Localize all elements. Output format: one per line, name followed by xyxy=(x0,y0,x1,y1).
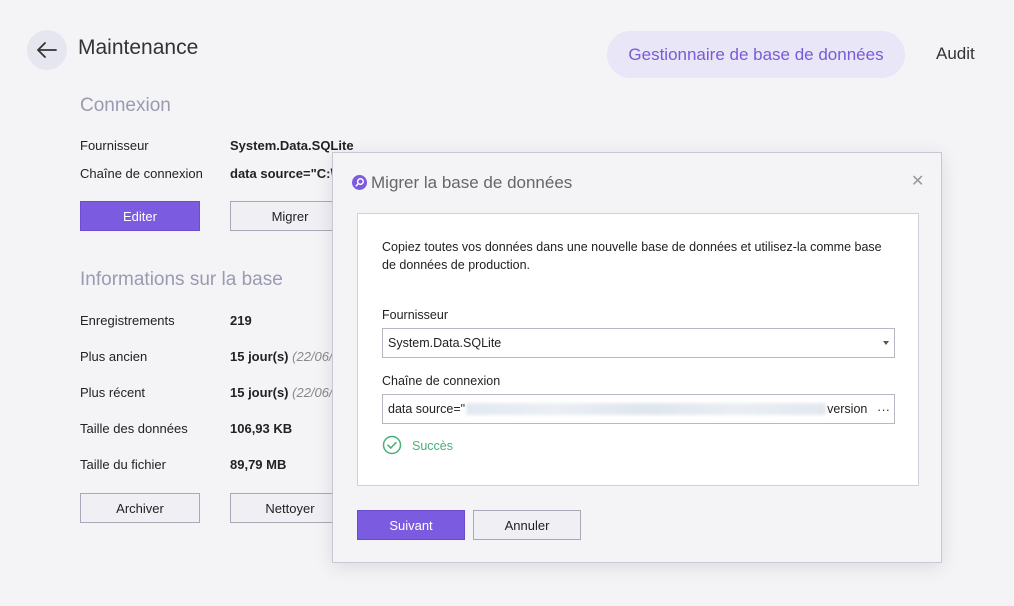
data-size-value: 106,93 KB xyxy=(230,421,293,436)
dialog-description: Copiez toutes vos données dans une nouve… xyxy=(382,240,882,272)
oldest-label: Plus ancien xyxy=(80,349,148,364)
provider-select[interactable]: System.Data.SQLite xyxy=(382,328,895,358)
conn-string-label: Chaîne de connexion xyxy=(80,166,203,181)
dialog-panel: Copiez toutes vos données dans une nouve… xyxy=(357,213,919,486)
redacted-path xyxy=(466,403,827,415)
tab-audit[interactable]: Audit xyxy=(936,44,975,64)
archive-button[interactable]: Archiver xyxy=(80,493,200,523)
tab-database-manager[interactable]: Gestionnaire de base de données xyxy=(607,31,905,78)
newest-value: 15 jour(s) (22/06/ xyxy=(230,385,333,400)
provider-label: Fournisseur xyxy=(80,138,149,153)
file-size-value: 89,79 MB xyxy=(230,457,287,472)
file-size-label: Taille du fichier xyxy=(80,457,166,472)
records-label: Enregistrements xyxy=(80,313,175,328)
edit-button[interactable]: Editer xyxy=(80,201,200,231)
oldest-value: 15 jour(s) (22/06/ xyxy=(230,349,333,364)
conn-string-suffix: version xyxy=(827,402,868,416)
migrate-dialog: Migrer la base de données ✕ Copiez toute… xyxy=(332,152,942,563)
page-title: Maintenance xyxy=(78,36,199,59)
newest-label: Plus récent xyxy=(80,385,146,400)
oldest-date: (22/06/ xyxy=(292,349,333,364)
close-icon[interactable]: ✕ xyxy=(911,171,924,191)
more-options-button[interactable]: ··· xyxy=(877,402,890,417)
arrow-left-icon xyxy=(37,42,57,58)
check-circle-icon xyxy=(382,435,402,455)
conn-string-value: data source="C:\ xyxy=(230,166,335,181)
newest-date: (22/06/ xyxy=(292,385,333,400)
provider-value: System.Data.SQLite xyxy=(230,138,354,153)
database-search-icon xyxy=(352,175,367,190)
dialog-conn-label: Chaîne de connexion xyxy=(382,374,501,388)
provider-select-value: System.Data.SQLite xyxy=(388,336,502,350)
data-size-label: Taille des données xyxy=(80,421,188,436)
records-value: 219 xyxy=(230,313,252,328)
chevron-down-icon xyxy=(883,341,889,345)
cancel-button[interactable]: Annuler xyxy=(473,510,581,540)
conn-string-prefix: data source=" xyxy=(388,402,466,416)
back-button[interactable] xyxy=(27,30,67,70)
dialog-title: Migrer la base de données xyxy=(371,173,573,192)
connection-section-title: Connexion xyxy=(80,95,171,116)
dialog-provider-label: Fournisseur xyxy=(382,308,448,322)
status-text: Succès xyxy=(412,439,453,453)
next-button[interactable]: Suivant xyxy=(357,510,465,540)
db-info-section-title: Informations sur la base xyxy=(80,269,283,290)
connection-string-input[interactable]: data source=" version ··· xyxy=(382,394,895,424)
